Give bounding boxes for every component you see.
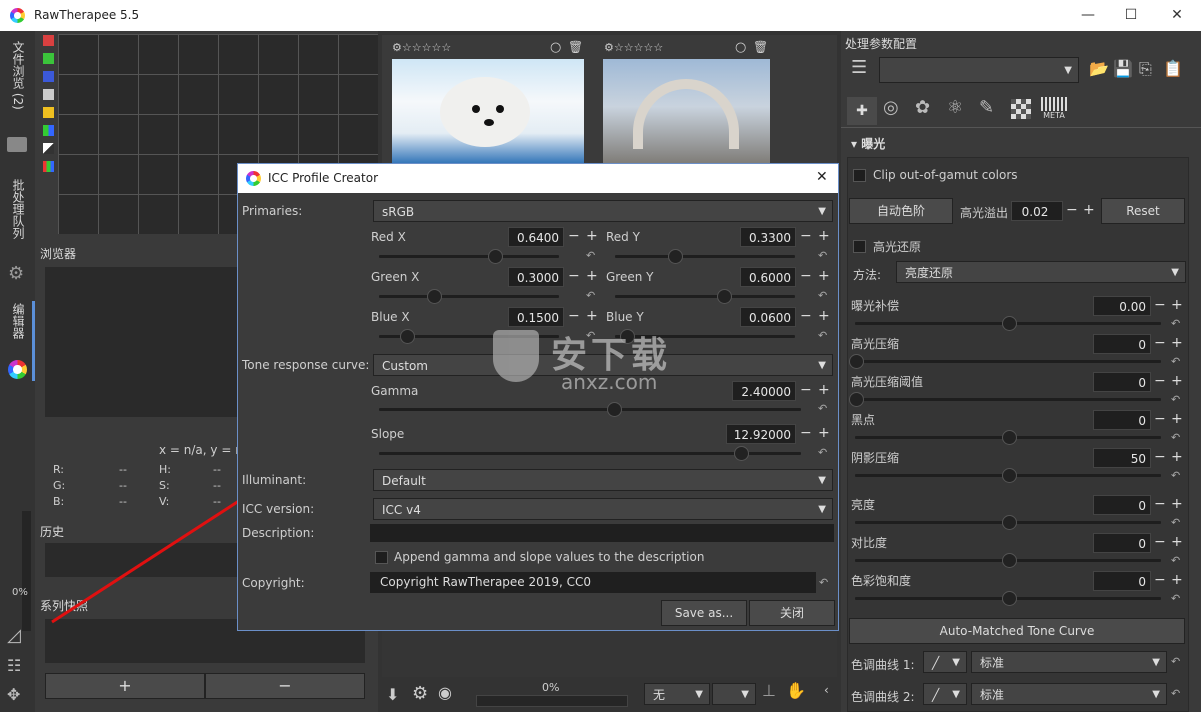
- blue-y-input[interactable]: 0.0600: [740, 307, 796, 327]
- slope-plus[interactable]: +: [818, 424, 830, 442]
- blue-x-label: Blue X: [371, 310, 410, 324]
- gamma-reset-icon[interactable]: ↶: [818, 402, 827, 415]
- illuminant-label: Illuminant:: [242, 473, 307, 487]
- blue-y-label: Blue Y: [606, 310, 644, 324]
- blue-x-knob[interactable]: [400, 329, 415, 344]
- gamma-track[interactable]: [379, 408, 801, 411]
- primaries-label: Primaries:: [242, 204, 303, 218]
- icc-version-label: ICC version:: [242, 502, 315, 516]
- green-y-reset-icon[interactable]: ↶: [818, 289, 827, 302]
- red-y-label: Red Y: [606, 230, 640, 244]
- trc-value: Custom: [382, 359, 428, 373]
- watermark-sub: anxz.com: [561, 370, 658, 394]
- red-x-plus[interactable]: +: [586, 227, 598, 245]
- dialog-title: ICC Profile Creator: [268, 171, 379, 185]
- blue-y-reset-icon[interactable]: ↶: [818, 329, 827, 342]
- slope-minus[interactable]: −: [800, 424, 812, 442]
- green-x-knob[interactable]: [427, 289, 442, 304]
- icc-version-select[interactable]: ICC v4 ▼: [373, 498, 833, 520]
- slope-knob[interactable]: [734, 446, 749, 461]
- red-x-knob[interactable]: [488, 249, 503, 264]
- gamma-knob[interactable]: [607, 402, 622, 417]
- green-y-minus[interactable]: −: [800, 267, 812, 285]
- blue-y-plus[interactable]: +: [818, 307, 830, 325]
- copyright-input[interactable]: Copyright RawTherapee 2019, CC0: [370, 572, 816, 593]
- dialog-close-icon[interactable]: ✕: [816, 169, 828, 185]
- green-x-input[interactable]: 0.3000: [508, 267, 564, 287]
- green-x-minus[interactable]: −: [568, 267, 580, 285]
- red-y-plus[interactable]: +: [818, 227, 830, 245]
- slope-input[interactable]: 12.92000: [726, 424, 796, 444]
- icc-version-value: ICC v4: [382, 503, 421, 517]
- save-as-button[interactable]: Save as...: [661, 600, 747, 626]
- red-y-minus[interactable]: −: [800, 227, 812, 245]
- red-y-reset-icon[interactable]: ↶: [818, 249, 827, 262]
- watermark-shield-icon: [493, 330, 539, 382]
- gamma-input[interactable]: 2.40000: [732, 381, 796, 401]
- illuminant-select[interactable]: Default ▼: [373, 469, 833, 491]
- slope-label: Slope: [371, 427, 405, 441]
- trc-label: Tone response curve:: [242, 358, 370, 372]
- watermark: 安下载 anxz.com: [493, 324, 733, 394]
- icc-profile-creator-dialog: ICC Profile Creator ✕ Primaries: sRGB ▼ R…: [237, 163, 839, 631]
- green-y-input[interactable]: 0.6000: [740, 267, 796, 287]
- green-x-reset-icon[interactable]: ↶: [586, 289, 595, 302]
- gamma-plus[interactable]: +: [818, 381, 830, 399]
- copyright-value: Copyright RawTherapee 2019, CC0: [380, 575, 592, 589]
- gamma-label: Gamma: [371, 384, 419, 398]
- red-y-input[interactable]: 0.3300: [740, 227, 796, 247]
- red-x-input[interactable]: 0.6400: [508, 227, 564, 247]
- red-x-minus[interactable]: −: [568, 227, 580, 245]
- dialog-close-button[interactable]: 关闭: [749, 600, 835, 626]
- green-y-plus[interactable]: +: [818, 267, 830, 285]
- description-input[interactable]: [370, 524, 834, 542]
- slope-reset-icon[interactable]: ↶: [818, 446, 827, 459]
- copyright-label: Copyright:: [242, 576, 305, 590]
- green-y-knob[interactable]: [717, 289, 732, 304]
- green-y-track[interactable]: [615, 295, 795, 298]
- green-x-plus[interactable]: +: [586, 267, 598, 285]
- copyright-reset-icon[interactable]: ↶: [819, 576, 828, 589]
- gamma-minus[interactable]: −: [800, 381, 812, 399]
- dialog-titlebar: ICC Profile Creator ✕: [238, 164, 838, 193]
- red-y-track[interactable]: [615, 255, 795, 258]
- red-y-knob[interactable]: [668, 249, 683, 264]
- blue-x-plus[interactable]: +: [586, 307, 598, 325]
- red-x-reset-icon[interactable]: ↶: [586, 249, 595, 262]
- dialog-logo-icon: [246, 171, 261, 186]
- description-label: Description:: [242, 526, 315, 540]
- red-x-track[interactable]: [379, 255, 559, 258]
- blue-y-minus[interactable]: −: [800, 307, 812, 325]
- primaries-select[interactable]: sRGB ▼: [373, 200, 833, 222]
- blue-x-minus[interactable]: −: [568, 307, 580, 325]
- append-label: Append gamma and slope values to the des…: [394, 550, 705, 564]
- green-x-track[interactable]: [379, 295, 559, 298]
- append-checkbox[interactable]: [375, 551, 388, 564]
- red-x-label: Red X: [371, 230, 406, 244]
- illuminant-value: Default: [382, 474, 426, 488]
- primaries-value: sRGB: [382, 205, 415, 219]
- green-x-label: Green X: [371, 270, 420, 284]
- green-y-label: Green Y: [606, 270, 654, 284]
